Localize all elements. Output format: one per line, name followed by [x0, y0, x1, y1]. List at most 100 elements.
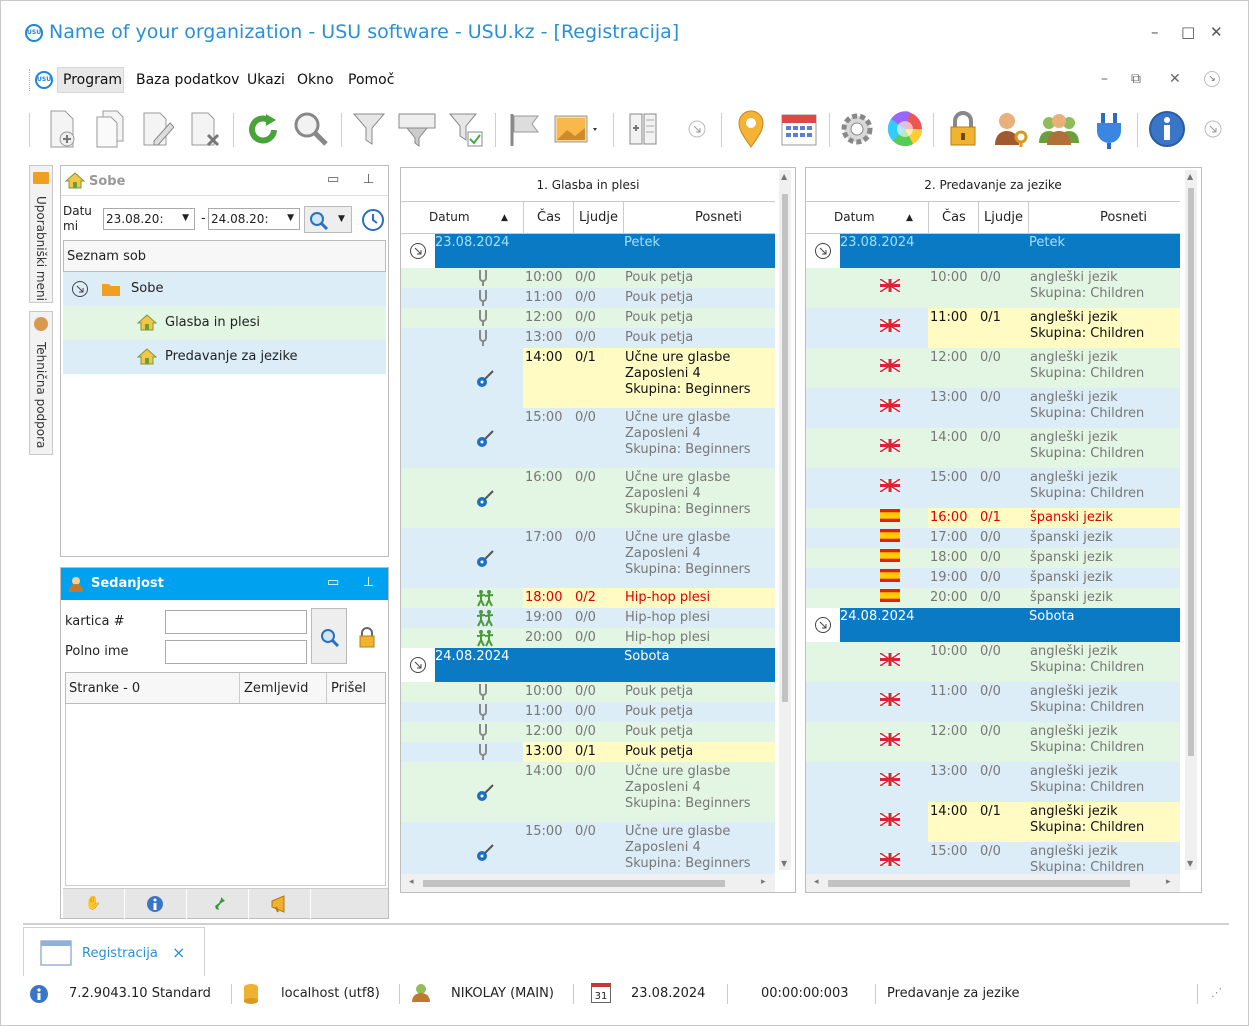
schedule-row[interactable]: 14:00 0/0 angleški jezik Skupina: Children: [806, 428, 1180, 468]
menu-window[interactable]: Okno: [297, 72, 334, 88]
schedule-row[interactable]: 20:00 0/0 španski jezik: [806, 588, 1180, 608]
filter-columns-icon[interactable]: [395, 105, 439, 153]
schedule-row[interactable]: 12:00 0/0 angleški jezik Skupina: Children: [806, 348, 1180, 388]
schedule-row[interactable]: 13:00 0/0 angleški jezik Skupina: Children: [806, 388, 1180, 428]
schedule-row[interactable]: 16:00 0/0 Učne ure glasbe Zaposleni 4 Skupin…: [401, 468, 775, 528]
filter-check-icon[interactable]: [445, 105, 489, 153]
tab-registracija[interactable]: Registracija ×: [23, 927, 205, 979]
schedule-row[interactable]: 10:00 0/0 angleški jezik Skupina: Children: [806, 642, 1180, 682]
schedule-row[interactable]: 15:00 0/0 Učne ure glasbe Zaposleni 4 Skupin…: [401, 822, 775, 874]
filter-icon[interactable]: [347, 105, 391, 153]
schedule-row[interactable]: 10:00 0/0 Pouk petja: [401, 682, 775, 702]
copy-record-icon[interactable]: [87, 105, 131, 153]
clock-icon[interactable]: [361, 208, 385, 232]
info-icon[interactable]: [125, 889, 187, 919]
lock-icon[interactable]: [357, 626, 377, 648]
minimize-icon[interactable]: –: [1151, 23, 1159, 41]
collapse-icon[interactable]: [814, 242, 832, 260]
image-icon[interactable]: [553, 105, 597, 153]
resize-grip-icon[interactable]: ⋰: [1211, 986, 1222, 999]
column-people[interactable]: Ljudje: [984, 210, 1023, 225]
date-to-field[interactable]: 24.08.20: ▼: [208, 208, 300, 230]
panel-pin-icon[interactable]: ⊥: [363, 172, 374, 187]
schedule-row[interactable]: 14:00 0/1 angleški jezik Skupina: Children: [806, 802, 1180, 842]
columns-settings-icon[interactable]: [621, 105, 665, 153]
schedule-row[interactable]: 11:00 0/0 Pouk petja: [401, 288, 775, 308]
lock-icon[interactable]: [941, 105, 985, 153]
vertical-scrollbar[interactable]: ▲ ▼: [779, 170, 791, 870]
panel-pin-icon[interactable]: ⊥: [363, 575, 374, 590]
day-group-row[interactable]: 23.08.2024 Petek: [401, 234, 775, 268]
schedule-row[interactable]: 15:00 0/0 Učne ure glasbe Zaposleni 4 Skupin…: [401, 408, 775, 468]
schedule-row[interactable]: 20:00 0/0 Hip-hop plesi: [401, 628, 775, 648]
schedule-row[interactable]: 12:00 0/0 angleški jezik Skupina: Children: [806, 722, 1180, 762]
menu-commands[interactable]: Ukazi: [247, 72, 285, 88]
schedule-row[interactable]: 17:00 0/0 španski jezik: [806, 528, 1180, 548]
maximize-icon[interactable]: □: [1181, 23, 1195, 41]
schedule-row[interactable]: 19:00 0/0 Hip-hop plesi: [401, 608, 775, 628]
day-group-row[interactable]: 24.08.2024 Sobota: [806, 608, 1180, 642]
tree-root[interactable]: Sobe: [63, 272, 386, 306]
flag-icon[interactable]: [503, 105, 547, 153]
menu-database[interactable]: Baza podatkov: [136, 72, 239, 88]
schedule-row[interactable]: 12:00 0/0 Pouk petja: [401, 308, 775, 328]
tab-close-icon[interactable]: ×: [172, 943, 185, 962]
schedule-row[interactable]: 11:00 0/0 Pouk petja: [401, 702, 775, 722]
column-recordings[interactable]: Posneti: [695, 210, 742, 225]
schedule-row[interactable]: 18:00 0/0 španski jezik: [806, 548, 1180, 568]
users-group-icon[interactable]: [1037, 105, 1081, 153]
mdi-minimize-icon[interactable]: –: [1101, 71, 1108, 87]
delete-record-icon[interactable]: [183, 105, 227, 153]
schedule-row[interactable]: 12:00 0/0 Pouk petja: [401, 722, 775, 742]
add-record-icon[interactable]: [39, 105, 83, 153]
column-time[interactable]: Čas: [942, 210, 966, 225]
schedule-row[interactable]: 14:00 0/1 Učne ure glasbe Zaposleni 4 Skupin…: [401, 348, 775, 408]
schedule-row[interactable]: 16:00 0/1 španski jezik: [806, 508, 1180, 528]
mdi-expand-icon[interactable]: ↘: [1204, 71, 1220, 87]
pin-icon[interactable]: [187, 889, 249, 919]
collapse-icon[interactable]: [814, 616, 832, 634]
schedule-row[interactable]: 19:00 0/0 španski jezik: [806, 568, 1180, 588]
day-group-row[interactable]: 24.08.2024 Sobota: [401, 648, 775, 682]
megaphone-icon[interactable]: [249, 889, 311, 919]
schedule-row[interactable]: 13:00 0/0 angleški jezik Skupina: Children: [806, 762, 1180, 802]
mdi-close-icon[interactable]: ✕: [1169, 71, 1181, 87]
schedule-row[interactable]: 13:00 0/0 Pouk petja: [401, 328, 775, 348]
day-group-row[interactable]: 23.08.2024 Petek: [806, 234, 1180, 268]
column-time[interactable]: Čas: [537, 210, 561, 225]
schedule-row[interactable]: 13:00 0/1 Pouk petja: [401, 742, 775, 762]
card-number-input[interactable]: [165, 610, 307, 634]
schedule-row[interactable]: 15:00 0/0 angleški jezik Skupina: Children: [806, 468, 1180, 508]
user-key-icon[interactable]: [989, 105, 1033, 153]
menu-help[interactable]: Pomoč: [348, 72, 394, 88]
user-menu-tab[interactable]: Uporabniški meni: [29, 165, 53, 303]
refresh-icon[interactable]: [241, 105, 285, 153]
panel-maximize-icon[interactable]: ▭: [327, 575, 339, 590]
schedule-row[interactable]: 14:00 0/0 Učne ure glasbe Zaposleni 4 Skupin…: [401, 762, 775, 822]
collapse-icon[interactable]: [71, 280, 89, 298]
tech-support-tab[interactable]: Tehnična podpora: [29, 311, 53, 455]
hand-icon[interactable]: ✋: [63, 889, 125, 919]
panel-maximize-icon[interactable]: ▭: [327, 172, 339, 187]
menu-program[interactable]: Program: [63, 72, 122, 88]
column-recordings[interactable]: Posneti: [1100, 210, 1147, 225]
mdi-restore-icon[interactable]: ⧉: [1131, 71, 1141, 87]
column-date[interactable]: Datum: [834, 210, 875, 224]
color-wheel-icon[interactable]: [883, 105, 927, 153]
plugin-icon[interactable]: [1087, 105, 1131, 153]
schedule-row[interactable]: 11:00 0/1 angleški jezik Skupina: Children: [806, 308, 1180, 348]
schedule-row[interactable]: 10:00 0/0 Pouk petja: [401, 268, 775, 288]
search-icon[interactable]: [289, 105, 333, 153]
schedule-row[interactable]: 17:00 0/0 Učne ure glasbe Zaposleni 4 Skupin…: [401, 528, 775, 588]
info-icon[interactable]: [1145, 105, 1189, 153]
close-icon[interactable]: ✕: [1210, 23, 1223, 41]
column-date[interactable]: Datum: [429, 210, 470, 224]
schedule-row[interactable]: 15:00 0/0 angleški jezik Skupina: Children: [806, 842, 1180, 874]
horizontal-scrollbar[interactable]: ◂ ▸: [401, 874, 775, 892]
calendar-icon[interactable]: [777, 105, 821, 153]
schedule-row[interactable]: 10:00 0/0 angleški jezik Skupina: Children: [806, 268, 1180, 308]
tree-item-music-dance[interactable]: Glasba in plesi: [63, 306, 386, 340]
column-people[interactable]: Ljudje: [579, 210, 618, 225]
horizontal-scrollbar[interactable]: ◂ ▸: [806, 874, 1180, 892]
edit-record-icon[interactable]: [135, 105, 179, 153]
